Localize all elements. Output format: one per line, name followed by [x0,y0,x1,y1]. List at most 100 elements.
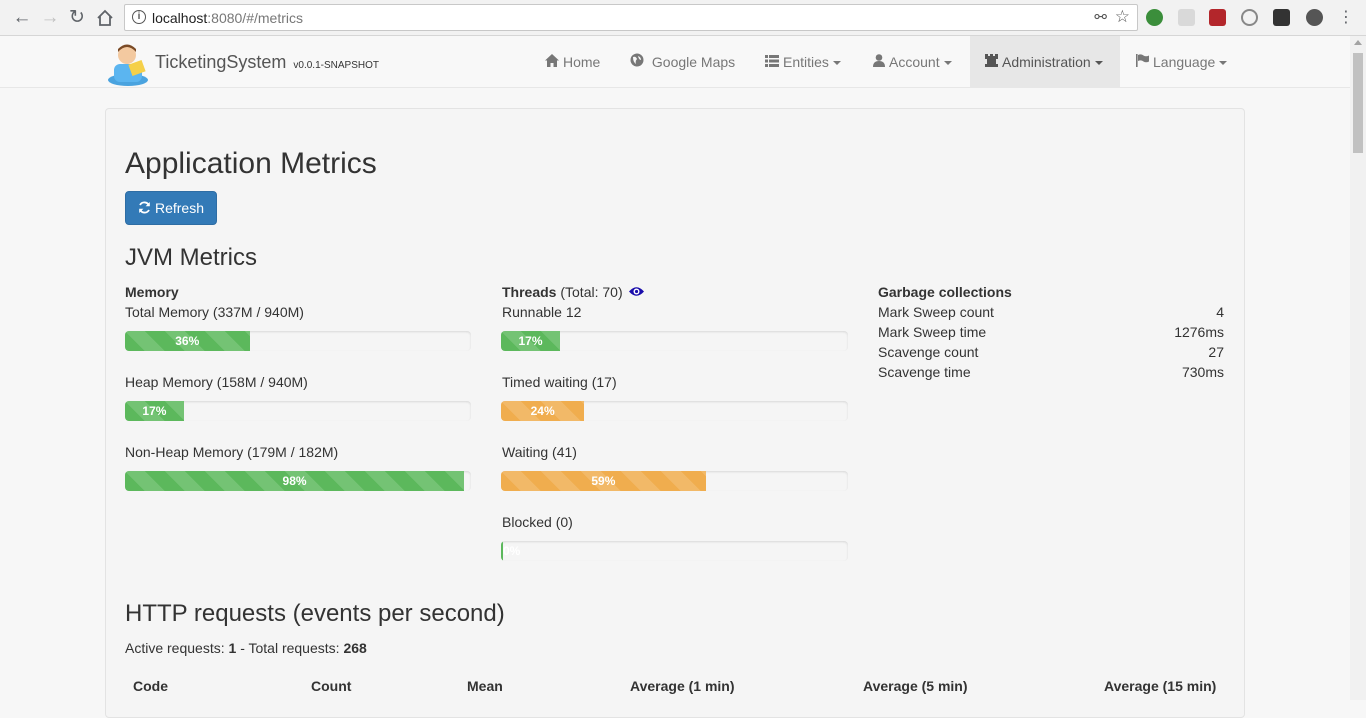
blocked-progress: 0% [501,541,848,561]
active-requests-line: Active requests: 1 - Total requests: 268 [125,640,367,656]
home-icon [545,36,559,88]
active-requests-label: Active requests: [125,640,225,656]
http-requests-heading: HTTP requests (events per second) [125,600,505,627]
gc-row-label: Scavenge count [878,344,979,360]
tower-icon [985,36,998,88]
gc-row-value: 27 [1208,344,1224,360]
gc-heading: Garbage collections [878,284,1012,300]
url-text: localhost:8080/#/metrics [152,10,303,26]
reload-icon[interactable]: ↻ [65,6,89,30]
brand-title[interactable]: TicketingSystem v0.0.1-SNAPSHOT [155,52,379,73]
chevron-down-icon [1094,61,1103,66]
browser-menu-icon[interactable]: ⋮ [1334,6,1358,30]
page-title: Application Metrics [125,147,377,180]
gc-row-value: 4 [1216,304,1224,320]
gc-row-value: 1276ms [1174,324,1224,340]
nav-administration-label: Administration [1002,54,1091,70]
gc-row-label: Mark Sweep count [878,304,994,320]
nav-entities-label: Entities [783,54,829,70]
blocked-bar: 0% [501,541,520,561]
home-page-icon[interactable] [93,6,117,30]
gc-row-label: Scavenge time [878,364,971,380]
heap-memory-label: Heap Memory (158M / 940M) [125,374,308,390]
url-path: :8080/#/metrics [207,10,303,26]
extension-globe-icon[interactable] [1146,9,1163,26]
gc-row: Scavenge count 27 [878,344,1224,360]
extension-link-icon[interactable] [1241,9,1258,26]
app-logo-icon[interactable] [106,40,150,86]
column-header-average-1min: Average (1 min) [630,678,735,694]
chevron-down-icon [832,61,841,66]
app-navbar: TicketingSystem v0.0.1-SNAPSHOT Home Goo… [0,36,1350,88]
scrollbar-thumb[interactable] [1353,53,1363,153]
refresh-label: Refresh [154,200,205,216]
flag-icon [1136,36,1149,88]
column-header-average-15min: Average (15 min) [1104,678,1217,694]
nav-home-label: Home [563,54,601,70]
url-host: localhost [152,10,208,26]
nav-entities-dropdown[interactable]: Entities [750,36,856,88]
gc-row: Mark Sweep time 1276ms [878,324,1224,340]
nav-google-maps[interactable]: Google Maps [615,36,750,88]
address-bar[interactable]: i localhost:8080/#/metrics ⚯ ☆ [124,4,1138,31]
nonheap-memory-label: Non-Heap Memory (179M / 182M) [125,444,339,460]
runnable-label: Runnable 12 [502,304,582,320]
extension-selenium-icon[interactable] [1273,9,1290,26]
timed-waiting-label: Timed waiting (17) [502,374,617,390]
nonheap-memory-progress: 98% [125,471,471,491]
total-requests-label: - Total requests: [240,640,340,656]
bookmark-star-icon[interactable]: ☆ [1115,7,1130,27]
chevron-down-icon [1219,61,1228,66]
forward-arrow-icon[interactable]: → [38,6,62,30]
runnable-progress: 17% [501,331,848,351]
refresh-icon [138,192,151,224]
gc-row-label: Mark Sweep time [878,324,987,340]
extension-chat-icon[interactable] [1306,9,1323,26]
brand-version: v0.0.1-SNAPSHOT [293,60,379,71]
extension-pdf-icon[interactable] [1178,9,1195,26]
waiting-bar: 59% [501,471,706,491]
heap-memory-progress: 17% [125,401,471,421]
memory-heading: Memory [125,284,179,300]
nav-language-dropdown[interactable]: Language [1121,36,1242,88]
column-header-average-5min: Average (5 min) [863,678,968,694]
nonheap-memory-bar: 98% [125,471,465,491]
gc-row-value: 730ms [1181,364,1224,380]
nav-administration-dropdown[interactable]: Administration [970,36,1120,88]
gc-row: Mark Sweep count 4 [878,304,1224,320]
nav-google-maps-label: Google Maps [651,54,736,70]
active-requests-value: 1 [228,640,237,656]
page-scrollbar[interactable] [1350,36,1366,700]
key-icon[interactable]: ⚯ [1094,8,1107,26]
nav-account-dropdown[interactable]: Account [858,36,967,88]
blocked-label: Blocked (0) [502,514,573,530]
nav-language-label: Language [1153,54,1216,70]
total-memory-bar: 36% [125,331,250,351]
total-memory-progress: 36% [125,331,471,351]
nav-account-label: Account [889,54,940,70]
gc-row: Scavenge time 730ms [878,364,1224,380]
site-info-icon[interactable]: i [132,10,146,24]
waiting-label: Waiting (41) [502,444,577,460]
total-memory-label: Total Memory (337M / 940M) [125,304,304,320]
user-icon [873,36,885,88]
list-icon [765,36,779,88]
timed-waiting-progress: 24% [501,401,848,421]
column-header-count: Count [311,678,352,694]
scroll-up-arrow-icon[interactable] [1354,40,1362,45]
back-arrow-icon[interactable]: ← [10,6,34,30]
threads-heading: Threads (Total: 70) [502,284,644,301]
refresh-button[interactable]: Refresh [125,191,217,225]
column-header-mean: Mean [467,678,503,694]
total-requests-value: 268 [343,640,367,656]
chevron-down-icon [943,61,952,66]
heap-memory-bar: 17% [125,401,184,421]
extension-m-icon[interactable] [1209,9,1226,26]
runnable-bar: 17% [501,331,560,351]
timed-waiting-bar: 24% [501,401,585,421]
brand-name: TicketingSystem [155,52,287,72]
nav-home[interactable]: Home [530,36,615,88]
eye-icon[interactable] [628,284,644,301]
browser-toolbar: ← → ↻ i localhost:8080/#/metrics ⚯ ☆ ⋮ [0,0,1366,36]
globe-icon [630,36,644,88]
